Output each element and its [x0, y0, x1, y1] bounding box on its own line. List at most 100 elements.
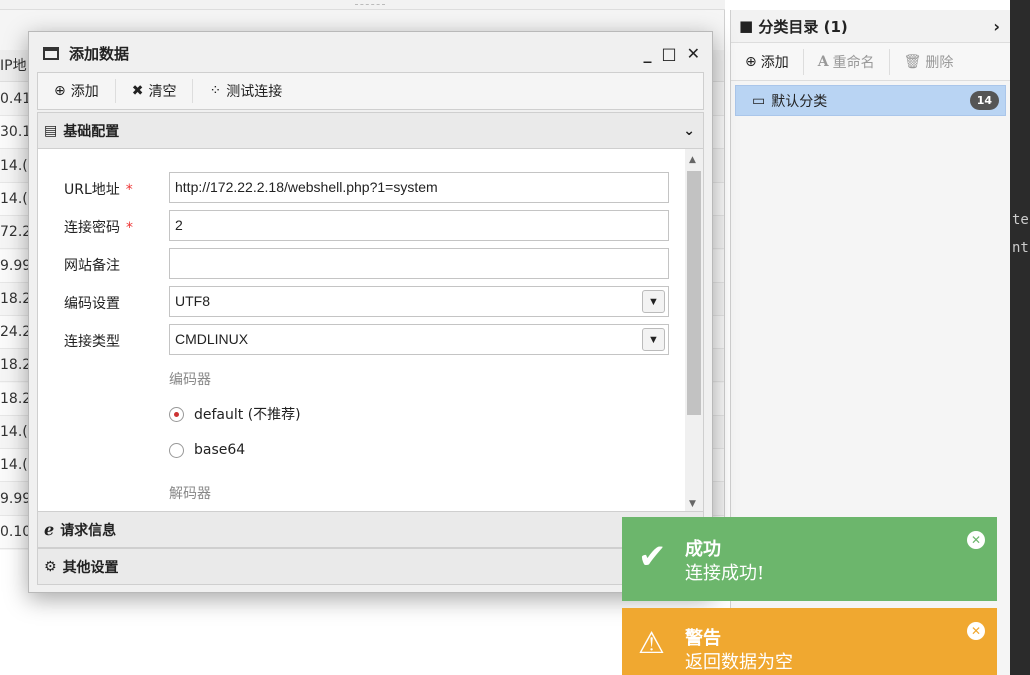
category-rename-label: 重命名	[832, 54, 875, 71]
radio-selected-icon[interactable]	[169, 406, 184, 422]
chevron-down-icon[interactable]: ⌄	[683, 123, 695, 139]
test-connection-button[interactable]: ⁘ 测试连接	[193, 79, 298, 103]
trash-icon: 🗑	[903, 53, 922, 70]
category-item-label: 默认分类	[771, 93, 828, 110]
terminal-background: te nt	[1010, 0, 1030, 675]
chevron-down-icon[interactable]: ▼	[642, 290, 665, 313]
table-cell-ip: 24.2	[0, 324, 30, 341]
encoding-value: UTF8	[175, 293, 210, 309]
warning-toast: ⚠ 警告 返回数据为空 ✕	[622, 608, 997, 675]
type-row: 连接类型 CMDLINUX ▼	[38, 324, 688, 356]
add-data-dialog: 添加数据 _ □ ✕ ⊕ 添加 ✖ 清空 ⁘ 测试连接 ▤ 基础配置 ⌄ URL…	[28, 31, 713, 593]
encoder-option-label: base64	[194, 442, 246, 458]
category-delete-label: 删除	[925, 54, 954, 71]
category-add-button[interactable]: ⊕ 添加	[731, 48, 804, 75]
basic-config-title: 基础配置	[63, 123, 120, 140]
basic-config-header[interactable]: ▤ 基础配置 ⌄	[37, 112, 704, 149]
connection-type-select[interactable]: CMDLINUX ▼	[169, 324, 669, 355]
request-info-title: 请求信息	[60, 522, 117, 539]
scroll-up-icon[interactable]: ▲	[689, 155, 696, 165]
encoder-label: 编码器	[169, 372, 211, 388]
toast-message: 连接成功!	[685, 563, 765, 584]
window-icon	[43, 46, 59, 60]
maximize-icon[interactable]: □	[661, 44, 676, 63]
password-input[interactable]: 2	[169, 210, 669, 241]
password-label: 连接密码 *	[64, 220, 133, 236]
spinner-icon: ⁘	[209, 83, 222, 99]
terminal-text: nt	[1012, 240, 1029, 256]
category-list: ▭ 默认分类 14	[731, 81, 1010, 120]
basic-config-form: URL地址 * http://172.22.2.18/webshell.php?1…	[37, 149, 704, 513]
close-icon[interactable]: ✕	[967, 622, 985, 640]
category-panel-title: 分类目录 (1)	[758, 17, 848, 36]
decoder-label: 解码器	[169, 486, 211, 502]
file-text-icon: ▤	[44, 122, 58, 139]
top-resize-bar[interactable]	[0, 0, 725, 10]
encoding-select[interactable]: UTF8 ▼	[169, 286, 669, 317]
gears-icon: ⚙	[44, 558, 57, 575]
encoding-row: 编码设置 UTF8 ▼	[38, 286, 688, 318]
url-input[interactable]: http://172.22.2.18/webshell.php?1=system	[169, 172, 669, 203]
type-label: 连接类型	[64, 334, 120, 350]
note-row: 网站备注	[38, 248, 688, 280]
terminal-text: te	[1012, 212, 1029, 228]
note-input[interactable]	[169, 248, 669, 279]
warning-icon: ⚠	[638, 626, 665, 661]
folder-icon: ■	[739, 17, 754, 35]
plus-circle-icon: ⊕	[745, 53, 757, 70]
close-icon[interactable]: ✕	[967, 531, 985, 549]
encoder-option-label: default (不推荐)	[194, 407, 301, 423]
toast-message: 返回数据为空	[685, 652, 793, 673]
request-info-header[interactable]: ℯ 请求信息 ⌃	[37, 511, 704, 548]
clear-label: 清空	[148, 84, 177, 100]
other-settings-header[interactable]: ⚙ 其他设置	[37, 548, 704, 585]
table-cell-ip: 14.(	[0, 190, 28, 207]
toast-title: 警告	[685, 628, 721, 649]
success-toast: ✔ 成功 连接成功! ✕	[622, 517, 997, 601]
radio-icon[interactable]	[169, 442, 184, 458]
plus-circle-icon: ⊕	[54, 83, 66, 99]
table-cell-ip: 18.2	[0, 290, 30, 307]
dialog-toolbar: ⊕ 添加 ✖ 清空 ⁘ 测试连接	[37, 72, 704, 110]
chevron-right-icon[interactable]: ›	[993, 17, 1000, 36]
note-label: 网站备注	[64, 258, 120, 274]
close-icon[interactable]: ✕	[687, 44, 700, 63]
encoder-option-base64[interactable]: base64	[169, 442, 245, 458]
folder-open-icon: ▭	[752, 92, 766, 109]
dialog-titlebar[interactable]: 添加数据 _ □ ✕	[29, 32, 712, 74]
x-icon: ✖	[131, 83, 144, 99]
toast-title: 成功	[685, 539, 721, 560]
chevron-down-icon[interactable]: ▼	[642, 328, 665, 351]
url-label: URL地址 *	[64, 182, 133, 198]
category-item-default[interactable]: ▭ 默认分类 14	[735, 85, 1006, 116]
add-label: 添加	[70, 84, 99, 100]
font-icon: A	[817, 53, 829, 70]
resize-grip[interactable]	[355, 4, 385, 5]
form-scrollbar[interactable]: ▲ ▼	[685, 149, 703, 513]
column-header-ip[interactable]: IP地	[0, 50, 30, 82]
table-cell-ip: 14.(	[0, 157, 28, 174]
minimize-icon[interactable]: _	[643, 44, 651, 63]
category-add-label: 添加	[760, 54, 789, 71]
category-rename-button[interactable]: A 重命名	[804, 48, 890, 75]
dialog-title: 添加数据	[69, 44, 130, 63]
scrollbar-thumb[interactable]	[687, 171, 701, 415]
table-cell-ip: 72.2	[0, 224, 30, 241]
category-panel-header[interactable]: ■ 分类目录 (1) ›	[731, 10, 1010, 43]
clear-button[interactable]: ✖ 清空	[116, 79, 194, 103]
table-cell-ip: 9.99	[0, 257, 30, 274]
other-settings-title: 其他设置	[62, 559, 119, 576]
connection-type-value: CMDLINUX	[175, 331, 249, 347]
table-cell-ip: 18.2	[0, 390, 30, 407]
encoding-label: 编码设置	[64, 296, 120, 312]
test-connection-label: 测试连接	[226, 84, 283, 100]
scroll-down-icon[interactable]: ▼	[689, 499, 696, 509]
url-row: URL地址 * http://172.22.2.18/webshell.php?1…	[38, 172, 688, 204]
table-cell-ip: 18.2	[0, 357, 30, 374]
add-button[interactable]: ⊕ 添加	[38, 79, 116, 103]
table-cell-ip: 0.41	[0, 91, 30, 107]
table-cell-ip: 30.1	[0, 124, 30, 141]
category-delete-button[interactable]: 🗑 删除	[890, 49, 968, 75]
table-cell-ip: 14.(	[0, 457, 28, 474]
encoder-option-default[interactable]: default (不推荐)	[169, 404, 301, 424]
